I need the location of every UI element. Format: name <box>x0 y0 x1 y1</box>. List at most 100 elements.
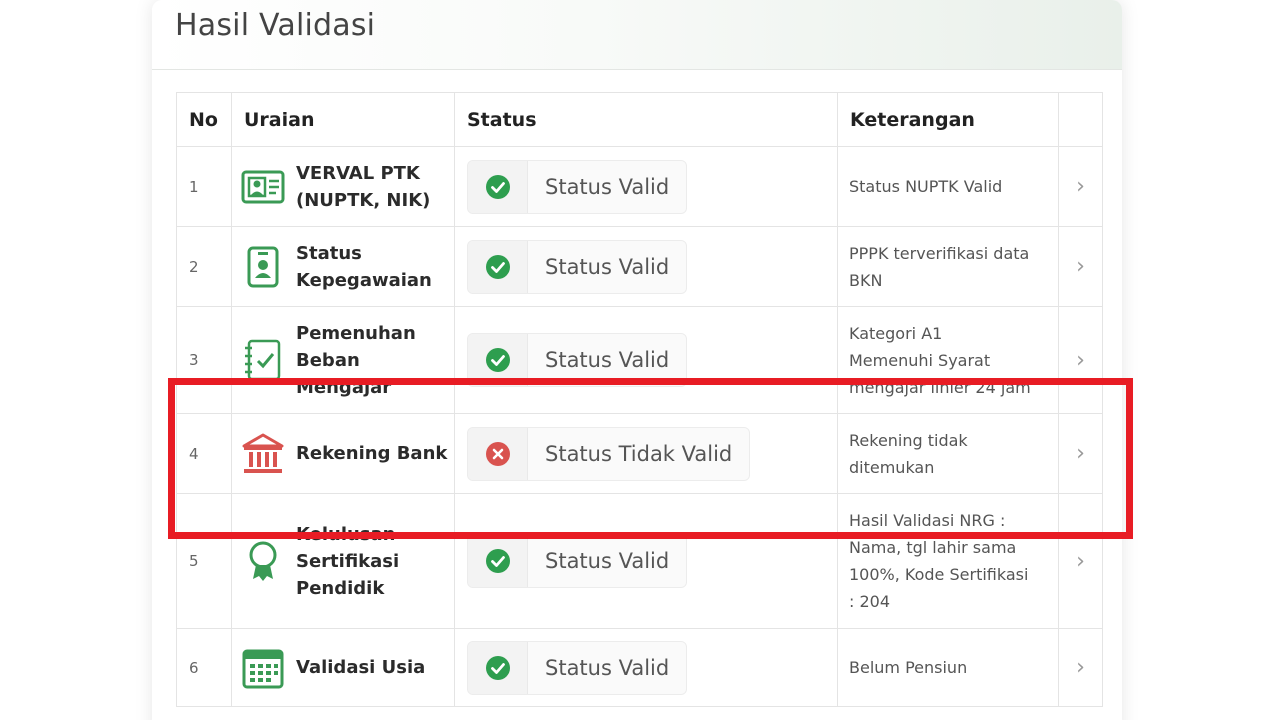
uraian-label: Kelulusan Sertifikasi Pendidik <box>296 521 399 602</box>
detail-button[interactable]: › <box>1058 306 1103 414</box>
status-cell: Status Valid <box>454 306 838 414</box>
col-header-action <box>1058 92 1103 147</box>
chevron-right-icon: › <box>1076 548 1085 574</box>
keterangan-line: Kategori A1 <box>849 323 943 343</box>
uraian-cell: Status Kepegawaian <box>231 226 455 307</box>
uraian-line: Pemenuhan <box>296 322 416 344</box>
calendar-icon <box>240 645 286 691</box>
check-circle-icon <box>468 641 528 694</box>
table-header-row: No Uraian Status Keterangan <box>176 92 1103 147</box>
uraian-line: Status <box>296 242 362 264</box>
status-badge: Status Valid <box>467 534 688 588</box>
uraian-label: Pemenuhan Beban Mengajar <box>296 320 416 401</box>
uraian-label: Validasi Usia <box>296 654 425 681</box>
uraian-cell: Rekening Bank <box>231 413 455 494</box>
keterangan-line: Status NUPTK Valid <box>849 177 1003 196</box>
chevron-right-icon: › <box>1076 441 1085 466</box>
keterangan-cell: Status NUPTK Valid <box>837 146 1059 227</box>
status-cell: Status Valid <box>454 628 838 707</box>
keterangan-cell: Rekening tidak ditemukan <box>837 413 1059 494</box>
chevron-right-icon: › <box>1076 254 1085 279</box>
uraian-line: Pendidik <box>296 577 385 599</box>
status-text: Status Valid <box>528 641 687 694</box>
chevron-right-icon: › <box>1076 347 1085 373</box>
uraian-cell: Kelulusan Sertifikasi Pendidik <box>231 493 455 629</box>
status-badge: Status Tidak Valid <box>467 426 751 481</box>
status-badge: Status Valid <box>467 239 688 294</box>
row-number: 1 <box>176 146 232 227</box>
page-title: Hasil Validasi <box>175 8 376 43</box>
detail-button[interactable]: › <box>1058 226 1103 307</box>
col-header-uraian: Uraian <box>231 92 455 147</box>
keterangan-line: Memenuhi Syarat <box>849 350 991 370</box>
check-circle-icon <box>468 160 528 213</box>
detail-button[interactable]: › <box>1058 493 1103 629</box>
keterangan-line: mengajar linier 24 jam <box>849 377 1031 397</box>
keterangan-line: : 204 <box>849 592 891 611</box>
uraian-line: VERVAL PTK <box>296 162 420 184</box>
col-header-no: No <box>176 92 232 147</box>
detail-button[interactable]: › <box>1058 628 1103 707</box>
detail-button[interactable]: › <box>1058 413 1103 494</box>
keterangan-line: BKN <box>849 270 883 290</box>
keterangan-cell: Hasil Validasi NRG : Nama, tgl lahir sama… <box>837 493 1059 629</box>
row-number: 6 <box>176 628 232 707</box>
uraian-line: (NUPTK, NIK) <box>296 189 431 211</box>
table-row[interactable]: 3 Pemenuhan Beban Mengajar Status Valid Kateg… <box>176 306 1103 414</box>
uraian-line: Sertifikasi <box>296 550 400 572</box>
bank-icon <box>240 431 286 477</box>
keterangan-line: Hasil Validasi NRG : <box>849 511 1006 530</box>
uraian-label: Status Kepegawaian <box>296 240 432 294</box>
keterangan-line: Rekening tidak <box>849 430 968 450</box>
status-cell: Status Valid <box>454 493 838 629</box>
chevron-right-icon: › <box>1076 174 1085 199</box>
uraian-line: Rekening Bank <box>296 443 448 464</box>
id-card-icon <box>240 164 286 210</box>
uraian-cell: VERVAL PTK (NUPTK, NIK) <box>231 146 455 227</box>
detail-button[interactable]: › <box>1058 146 1103 227</box>
uraian-label: VERVAL PTK (NUPTK, NIK) <box>296 160 430 214</box>
table-row[interactable]: 1 VERVAL PTK (NUPTK, NIK) Status Valid Statu… <box>176 146 1103 227</box>
uraian-line: Kelulusan <box>296 523 396 545</box>
col-header-status: Status <box>454 92 838 147</box>
card-header: Hasil Validasi <box>152 0 1122 70</box>
validation-card: Hasil Validasi No Uraian Status Keterang… <box>152 0 1122 720</box>
keterangan-cell: Kategori A1 Memenuhi Syarat mengajar linie… <box>837 306 1059 414</box>
row-number: 5 <box>176 493 232 629</box>
row-number: 4 <box>176 413 232 494</box>
keterangan-line: 100%, Kode Sertifikasi <box>849 565 1029 584</box>
table-row[interactable]: 6 Validasi Usia Status Valid Belum Pensiun › <box>176 628 1103 707</box>
table-row[interactable]: 4 Rekening Bank Status Tidak Valid Rekening… <box>176 413 1103 494</box>
status-text: Status Valid <box>528 240 687 293</box>
uraian-line: Beban <box>296 349 360 371</box>
keterangan-line: PPPK terverifikasi data <box>849 243 1030 263</box>
keterangan-line: ditemukan <box>849 457 935 477</box>
uraian-cell: Validasi Usia <box>231 628 455 707</box>
chevron-right-icon: › <box>1076 655 1085 680</box>
check-circle-icon <box>468 535 528 587</box>
x-circle-icon <box>468 427 528 480</box>
status-badge: Status Valid <box>467 640 688 695</box>
row-number: 3 <box>176 306 232 414</box>
uraian-cell: Pemenuhan Beban Mengajar <box>231 306 455 414</box>
keterangan-line: Belum Pensiun <box>849 658 968 677</box>
status-badge: Status Valid <box>467 333 688 387</box>
status-text: Status Valid <box>528 535 687 587</box>
status-text: Status Valid <box>528 334 687 386</box>
status-text: Status Tidak Valid <box>528 427 750 480</box>
uraian-line: Kepegawaian <box>296 269 432 291</box>
check-circle-icon <box>468 240 528 293</box>
checklist-icon <box>240 337 286 383</box>
keterangan-cell: Belum Pensiun <box>837 628 1059 707</box>
status-cell: Status Valid <box>454 146 838 227</box>
status-badge: Status Valid <box>467 159 688 214</box>
badge-icon <box>240 244 286 290</box>
uraian-line: Mengajar <box>296 376 392 398</box>
table-row[interactable]: 5 Kelulusan Sertifikasi Pendidik Status Vali… <box>176 493 1103 629</box>
keterangan-cell: PPPK terverifikasi data BKN <box>837 226 1059 307</box>
table-row[interactable]: 2 Status Kepegawaian Status Valid PPPK terve… <box>176 226 1103 307</box>
status-text: Status Valid <box>528 160 687 213</box>
status-cell: Status Tidak Valid <box>454 413 838 494</box>
col-header-keterangan: Keterangan <box>837 92 1059 147</box>
keterangan-line: Nama, tgl lahir sama <box>849 538 1017 557</box>
